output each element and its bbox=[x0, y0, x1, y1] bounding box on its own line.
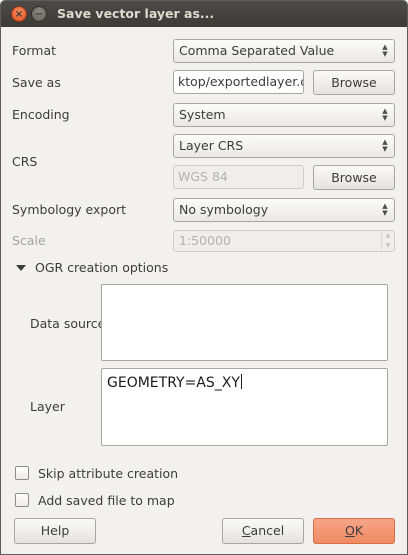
scale-spinbox: 1:50000 ▲ ▼ bbox=[173, 230, 395, 252]
symbology-combo[interactable]: No symbology ▲ ▼ bbox=[173, 198, 395, 222]
up-down-arrows-icon: ▲ ▼ bbox=[382, 138, 388, 153]
skip-attribute-label[interactable]: Skip attribute creation bbox=[38, 466, 178, 481]
format-label: Format bbox=[12, 43, 57, 58]
ok-button[interactable]: OK bbox=[313, 518, 395, 544]
save-as-input[interactable]: ktop/exportedlayer.csv bbox=[173, 70, 304, 94]
crs-label: CRS bbox=[12, 154, 38, 169]
up-down-arrows-icon: ▲ ▼ bbox=[382, 43, 388, 58]
symbology-value: No symbology bbox=[179, 202, 269, 217]
layer-options-text: GEOMETRY=AS_XY bbox=[107, 374, 242, 391]
dialog-window: × − Save vector layer as... Format Comma… bbox=[0, 0, 408, 555]
layer-textarea[interactable]: GEOMETRY=AS_XY bbox=[101, 368, 388, 446]
layer-label: Layer bbox=[30, 399, 65, 414]
crs-value: Layer CRS bbox=[179, 138, 244, 153]
format-value: Comma Separated Value bbox=[179, 43, 335, 58]
title-bar: × − Save vector layer as... bbox=[1, 1, 407, 27]
minimize-icon[interactable]: − bbox=[31, 6, 47, 22]
scale-value: 1:50000 bbox=[179, 233, 231, 248]
crs-display-field: WGS 84 bbox=[173, 165, 304, 189]
ogr-section-header[interactable]: OGR creation options bbox=[35, 260, 168, 275]
text-caret bbox=[240, 374, 242, 389]
encoding-combo[interactable]: System ▲ ▼ bbox=[173, 103, 395, 127]
browse-button[interactable]: Browse bbox=[313, 70, 395, 95]
encoding-value: System bbox=[179, 107, 226, 122]
up-down-arrows-icon: ▲ ▼ bbox=[382, 107, 388, 122]
scale-label: Scale bbox=[12, 233, 46, 248]
crs-browse-button[interactable]: Browse bbox=[313, 165, 395, 190]
up-down-arrows-icon: ▲ ▼ bbox=[382, 202, 388, 217]
help-button[interactable]: Help bbox=[14, 518, 96, 544]
add-to-map-label[interactable]: Add saved file to map bbox=[38, 493, 175, 508]
close-icon[interactable]: × bbox=[11, 6, 27, 22]
triangle-down-icon[interactable] bbox=[16, 265, 26, 271]
encoding-label: Encoding bbox=[12, 107, 70, 122]
save-as-label: Save as bbox=[12, 75, 61, 90]
data-source-label: Data source bbox=[30, 316, 106, 331]
symbology-label: Symbology export bbox=[12, 202, 127, 217]
skip-attribute-checkbox[interactable] bbox=[15, 466, 29, 480]
cancel-button[interactable]: Cancel bbox=[222, 518, 304, 544]
data-source-textarea[interactable] bbox=[101, 284, 388, 361]
format-combo[interactable]: Comma Separated Value ▲ ▼ bbox=[173, 39, 395, 63]
crs-combo[interactable]: Layer CRS ▲ ▼ bbox=[173, 134, 395, 158]
add-to-map-checkbox[interactable] bbox=[15, 493, 29, 507]
window-title: Save vector layer as... bbox=[57, 6, 215, 21]
spin-arrows-icon: ▲ ▼ bbox=[381, 231, 394, 251]
